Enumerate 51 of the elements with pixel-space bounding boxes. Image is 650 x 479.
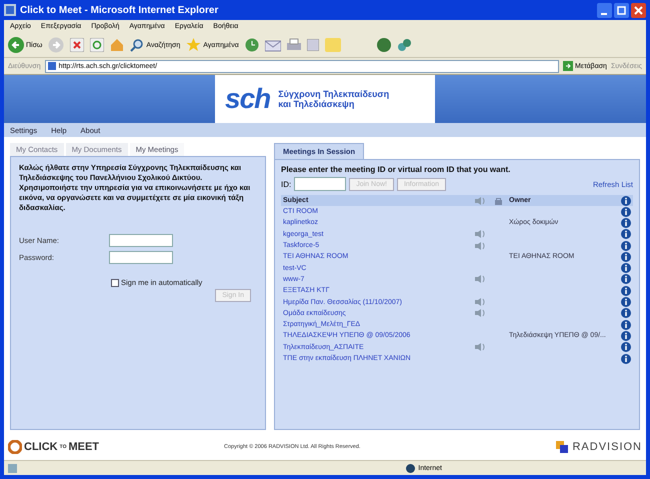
browser-icon [4,4,16,16]
info-icon[interactable] [621,206,631,217]
speaker-icon [475,309,486,318]
speaker-icon [475,196,486,204]
info-icon[interactable] [621,196,631,206]
speaker-icon [475,275,486,284]
sch-logo: sch [225,83,270,115]
mail-icon[interactable] [264,38,281,52]
info-icon[interactable] [621,342,631,352]
arrow-icon [563,61,573,71]
prompt-text: Please enter the meeting ID or virtual room ID that you want. [281,165,512,174]
lock-icon [495,196,502,204]
info-icon[interactable] [621,354,631,364]
info-icon[interactable] [621,229,631,240]
checkbox[interactable] [111,278,119,287]
globe-icon [406,464,416,472]
globe-icon[interactable] [376,38,391,52]
info-icon[interactable] [621,252,631,262]
tagline: Σύγχρονη Τηλεκπαίδευση [278,89,390,99]
stop-icon[interactable] [70,38,84,52]
minimize-button[interactable] [597,2,612,18]
history-icon[interactable] [244,38,259,52]
id-label: ID: [281,180,292,188]
password-field[interactable] [109,251,173,264]
id-field[interactable] [294,177,346,191]
info-icon[interactable] [621,320,631,330]
speaker-icon [475,298,486,306]
radvision-logo: RADVISION [556,441,642,453]
search-icon [130,38,144,52]
speaker-icon [475,230,486,238]
info-icon[interactable] [621,263,631,274]
tagline: και Τηλεδιάσκεψη [278,99,356,109]
network-icon[interactable] [396,38,411,52]
printer-icon[interactable] [286,38,301,52]
info-icon[interactable] [621,240,631,251]
info-icon[interactable] [621,308,631,318]
info-icon[interactable] [621,330,631,341]
speaker-icon [475,242,486,250]
page-icon [8,464,17,472]
window-title: Click to Meet - Microsoft Internet Explorer [20,4,218,16]
speaker-icon [475,343,486,352]
user-name-field[interactable] [109,234,173,248]
info-icon[interactable] [621,274,631,284]
info-icon[interactable] [621,286,631,296]
page-icon [48,62,56,70]
info-icon[interactable] [621,218,631,228]
refresh-icon[interactable] [90,38,104,52]
info-icon[interactable] [621,297,631,308]
star-icon [186,38,202,52]
close-button[interactable] [631,2,646,18]
maximize-button[interactable] [614,2,629,18]
